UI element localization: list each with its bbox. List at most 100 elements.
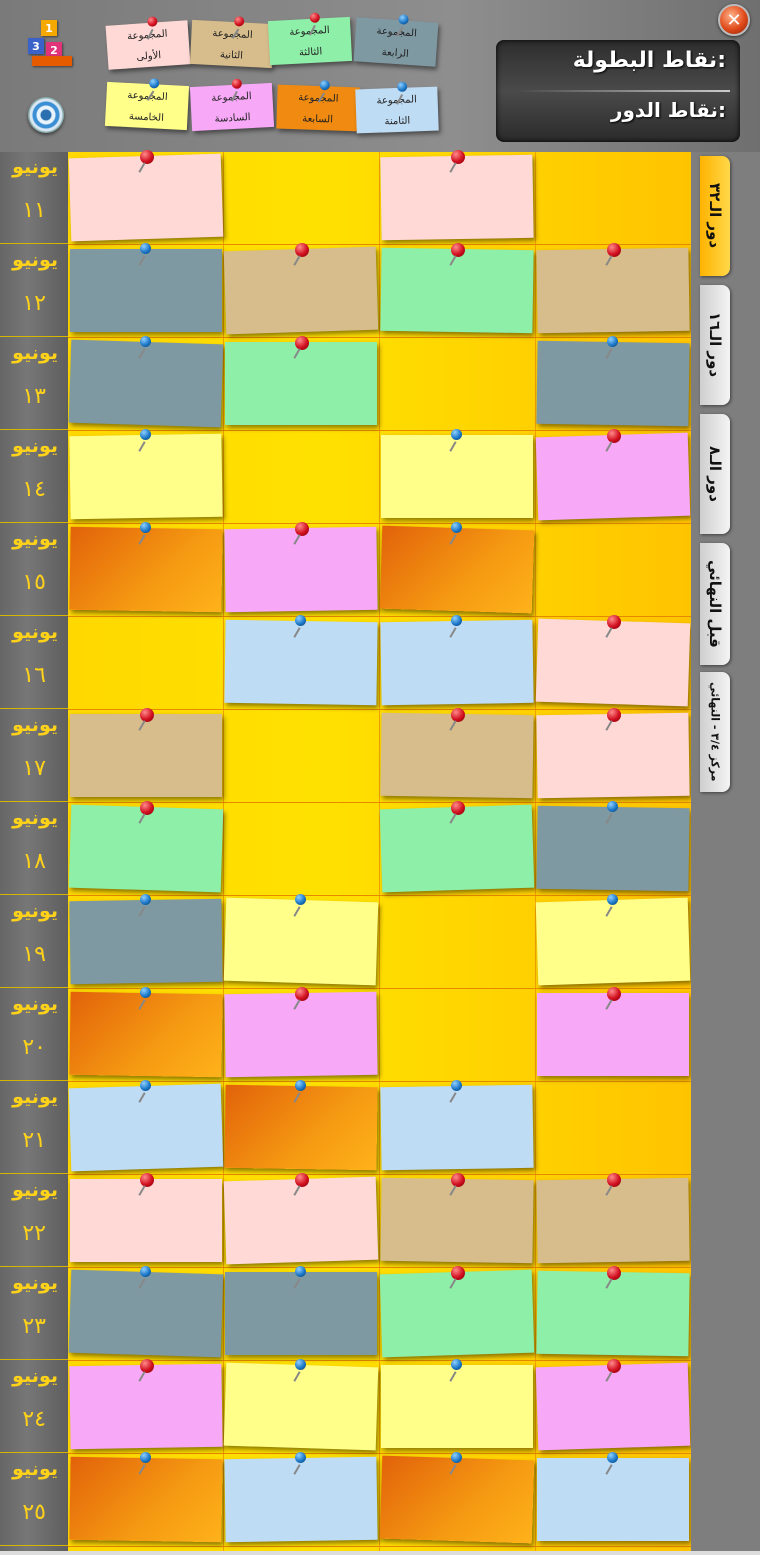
match-note[interactable] bbox=[224, 1456, 378, 1543]
match-note[interactable] bbox=[69, 898, 223, 985]
round-tab-label: دور الـ١٦ bbox=[706, 312, 724, 378]
round-tab-label: دور الـ٨ bbox=[706, 446, 724, 502]
match-note[interactable] bbox=[535, 1362, 691, 1451]
match-note[interactable] bbox=[379, 525, 535, 614]
legend-group-7: المجموعة السابعة bbox=[276, 80, 360, 132]
match-note[interactable] bbox=[223, 897, 379, 986]
match-note[interactable] bbox=[380, 712, 534, 799]
date-month: يونيو bbox=[12, 1272, 58, 1294]
round-tab-3[interactable]: دور الـ٨ bbox=[700, 414, 730, 534]
round-tab-2[interactable]: دور الـ١٦ bbox=[700, 285, 730, 405]
match-note[interactable] bbox=[70, 714, 222, 797]
match-note[interactable] bbox=[536, 1270, 690, 1357]
red-pushpin-icon bbox=[451, 1173, 465, 1187]
close-icon: ✕ bbox=[726, 9, 742, 31]
board-row-divider bbox=[68, 709, 691, 710]
date-month: يونيو bbox=[12, 1086, 58, 1108]
blue-pushpin-icon bbox=[140, 336, 151, 347]
date-cell: يونيو ٢١ bbox=[0, 1082, 68, 1174]
match-note[interactable] bbox=[68, 339, 224, 428]
red-pushpin-icon bbox=[607, 243, 621, 257]
legend-group-3: المجموعة الثالثة bbox=[267, 12, 353, 66]
match-note[interactable] bbox=[380, 1084, 534, 1171]
date-month: يونيو bbox=[12, 528, 58, 550]
match-note[interactable] bbox=[537, 993, 689, 1076]
blue-pushpin-icon bbox=[140, 1080, 151, 1091]
board-row-divider bbox=[68, 802, 691, 803]
match-note[interactable] bbox=[68, 1083, 224, 1172]
date-day: ١٦ bbox=[22, 663, 46, 688]
red-pushpin-icon bbox=[295, 1173, 309, 1187]
match-note[interactable] bbox=[224, 619, 378, 706]
match-note[interactable] bbox=[70, 249, 222, 332]
match-note[interactable] bbox=[535, 432, 691, 521]
match-note[interactable] bbox=[535, 618, 691, 707]
match-note[interactable] bbox=[380, 154, 534, 241]
match-note[interactable] bbox=[223, 246, 379, 335]
date-day: ٢٣ bbox=[22, 1314, 46, 1339]
blue-pushpin-icon bbox=[140, 429, 151, 440]
date-cell: يونيو ٢٥ bbox=[0, 1454, 68, 1546]
match-note[interactable] bbox=[535, 897, 691, 986]
match-note[interactable] bbox=[536, 805, 690, 892]
date-cell: يونيو ١٥ bbox=[0, 524, 68, 616]
match-note[interactable] bbox=[380, 619, 534, 706]
red-pushpin-icon bbox=[451, 243, 465, 257]
legend-label: المجموعة السابعة bbox=[298, 92, 339, 126]
close-button[interactable]: ✕ bbox=[718, 4, 750, 36]
round-tab-1[interactable]: دور الـ٣٢ bbox=[700, 156, 730, 276]
board-row-divider bbox=[68, 523, 691, 524]
match-note[interactable] bbox=[68, 804, 224, 893]
speaker-button[interactable] bbox=[28, 97, 64, 133]
date-cell: يونيو ١٧ bbox=[0, 710, 68, 802]
bottom-edge bbox=[0, 1551, 760, 1555]
logo-base bbox=[32, 56, 72, 66]
match-note[interactable] bbox=[68, 153, 224, 242]
match-note[interactable] bbox=[69, 1363, 223, 1450]
match-note[interactable] bbox=[536, 340, 690, 427]
match-note[interactable] bbox=[69, 991, 223, 1078]
blue-pushpin-icon bbox=[451, 429, 462, 440]
blue-pushpin-icon bbox=[140, 522, 151, 533]
match-note[interactable] bbox=[224, 991, 378, 1078]
date-month: يونيو bbox=[12, 1179, 58, 1201]
match-note[interactable] bbox=[69, 433, 223, 520]
board-row-divider bbox=[68, 988, 691, 989]
match-note[interactable] bbox=[536, 247, 690, 334]
board-row-divider bbox=[68, 895, 691, 896]
match-note[interactable] bbox=[70, 1179, 222, 1262]
date-month: يونيو bbox=[12, 993, 58, 1015]
match-note[interactable] bbox=[225, 1272, 377, 1355]
date-day: ١٣ bbox=[22, 384, 46, 409]
board-row-divider bbox=[68, 1453, 691, 1454]
match-note[interactable] bbox=[380, 247, 534, 334]
round-tab-4[interactable]: قبل النهائي bbox=[700, 543, 730, 665]
match-note[interactable] bbox=[69, 526, 223, 613]
match-note[interactable] bbox=[69, 1456, 223, 1543]
match-note[interactable] bbox=[225, 342, 377, 425]
match-note[interactable] bbox=[536, 712, 690, 799]
match-note[interactable] bbox=[379, 1455, 535, 1544]
match-note[interactable] bbox=[224, 1084, 378, 1171]
match-note[interactable] bbox=[380, 1177, 534, 1264]
blue-pushpin-icon bbox=[140, 1266, 151, 1277]
round-points-label: نقاط الدور: bbox=[610, 98, 726, 122]
match-note[interactable] bbox=[379, 804, 535, 893]
match-note[interactable] bbox=[223, 1362, 379, 1451]
match-note[interactable] bbox=[536, 1177, 690, 1264]
match-note[interactable] bbox=[381, 1365, 533, 1448]
board-row-divider bbox=[68, 1081, 691, 1082]
match-note[interactable] bbox=[68, 1269, 224, 1358]
date-cell: يونيو ١٤ bbox=[0, 431, 68, 523]
date-day: ٢٢ bbox=[22, 1221, 46, 1246]
match-note[interactable] bbox=[379, 1269, 535, 1358]
match-note[interactable] bbox=[223, 1176, 379, 1265]
date-month: يونيو bbox=[12, 342, 58, 364]
match-note[interactable] bbox=[381, 435, 533, 518]
match-note[interactable] bbox=[537, 1458, 689, 1541]
match-board bbox=[68, 150, 691, 1552]
red-pushpin-icon bbox=[295, 243, 309, 257]
match-note[interactable] bbox=[224, 526, 378, 613]
round-tab-label: مركز ٣/٤ - النهائي bbox=[708, 682, 722, 782]
round-tab-5[interactable]: مركز ٣/٤ - النهائي bbox=[700, 672, 730, 792]
